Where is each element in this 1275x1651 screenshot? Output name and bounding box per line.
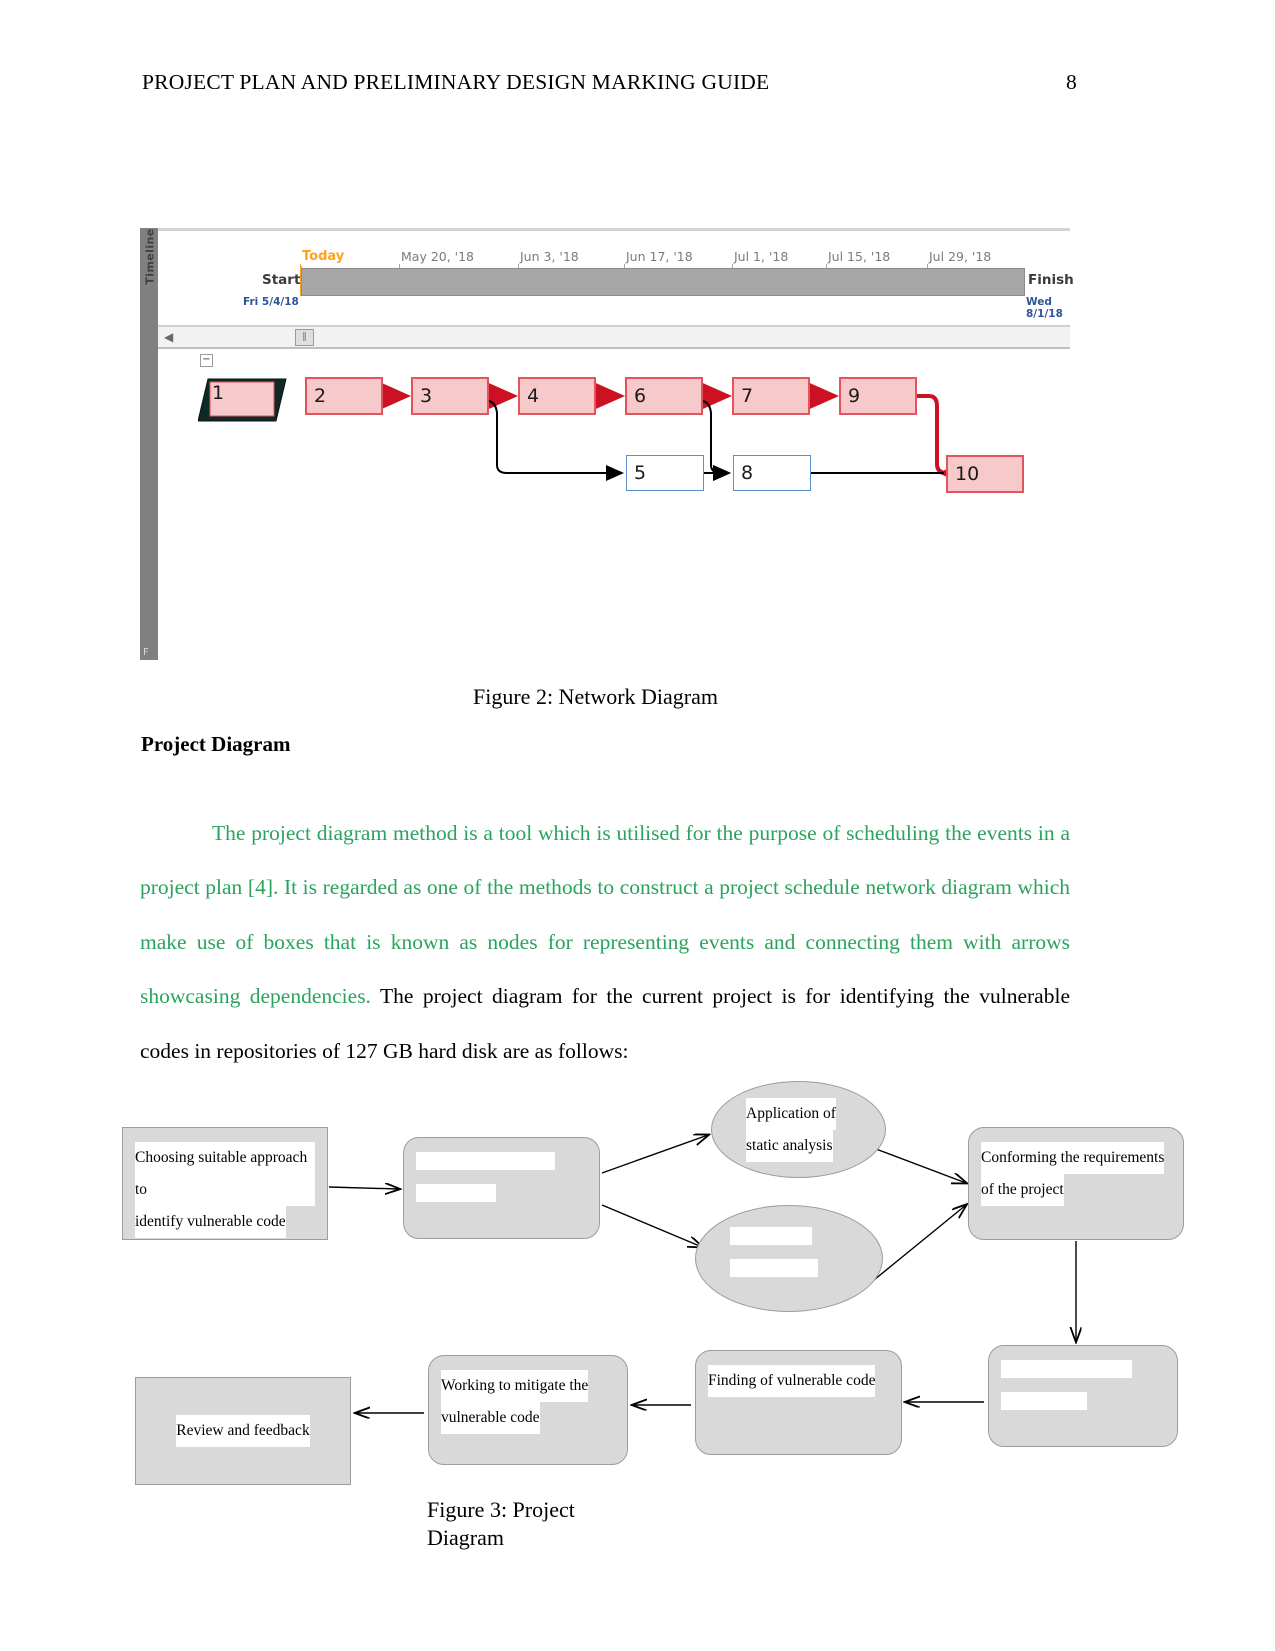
section-heading: Project Diagram <box>141 732 291 756</box>
flowchart-node-finding-vulnerable-code[interactable]: Finding of vulnerable code <box>695 1350 902 1455</box>
network-node-label: 2 <box>314 384 327 407</box>
timeline-pane: Today May 20, '18 Jun 3, '18 Jun 17, '18 Ju… <box>158 228 1074 329</box>
timeline-tick-label: Jul 15, '18 <box>828 249 891 264</box>
network-node-label: 8 <box>741 461 754 484</box>
network-node-4[interactable]: 4 <box>518 377 596 415</box>
flowchart-node-label: Application of <box>746 1097 836 1130</box>
flowchart-node-redacted-process[interactable] <box>403 1137 600 1239</box>
flowchart-node-redacted-output[interactable] <box>988 1345 1178 1447</box>
network-node-2[interactable]: 2 <box>305 377 383 415</box>
page-title: PROJECT PLAN AND PRELIMINARY DESIGN MARK… <box>142 70 770 94</box>
flowchart-node-redacted-line <box>730 1226 812 1245</box>
flowchart-node-label: of the project <box>981 1174 1064 1206</box>
timeline-today-label: Today <box>302 249 345 264</box>
timeline-tick-label: Jul 1, '18 <box>734 249 789 264</box>
network-node-5[interactable]: 5 <box>626 455 704 491</box>
network-diagram-links <box>375 380 974 489</box>
page-number: 8 <box>1066 70 1077 94</box>
timeline-tick-label: Jul 29, '18 <box>929 249 992 264</box>
network-node-label: 7 <box>741 384 754 407</box>
flowchart-node-working-to-mitigate[interactable]: Working to mitigate the vulnerable code <box>428 1355 628 1465</box>
document-page: PROJECT PLAN AND PRELIMINARY DESIGN MARK… <box>0 0 1275 1651</box>
network-node-label: 4 <box>527 384 540 407</box>
network-node-label: 6 <box>634 384 647 407</box>
flowchart-node-redacted-line <box>416 1152 555 1170</box>
timeline-gutter: Timeline F <box>140 228 158 660</box>
scroll-left-arrow-icon[interactable]: ◀ <box>164 330 173 344</box>
figure3-caption: Figure 3: Project Diagram <box>427 1497 575 1551</box>
flowchart-node-label: identify vulnerable code <box>135 1206 286 1238</box>
timeline-finish-label: Finish <box>1028 272 1074 288</box>
figure2-caption: Figure 2: Network Diagram <box>473 684 718 709</box>
figure2-network-diagram-image: Timeline F Today May 20, '18 Jun 3, '18 Ju… <box>140 228 1074 660</box>
body-paragraph: The project diagram method is a tool whi… <box>140 806 1070 1079</box>
paragraph-green-text: The project diagram method is a tool whi… <box>140 820 1070 1009</box>
network-node-label: 9 <box>848 384 861 407</box>
network-node-8[interactable]: 8 <box>733 455 811 491</box>
figure3-project-diagram: Choosing suitable approach to identify vu… <box>110 1065 1200 1505</box>
network-node-label: 10 <box>955 462 980 485</box>
timeline-start-label: Start <box>262 272 301 288</box>
flowchart-node-redacted-line <box>416 1184 496 1202</box>
timeline-finish-date: Wed 8/1/18 <box>1026 296 1063 320</box>
network-node-9[interactable]: 9 <box>839 377 917 415</box>
flowchart-node-label: static analysis <box>746 1129 833 1162</box>
flowchart-node-review-and-feedback[interactable]: Review and feedback <box>135 1377 351 1485</box>
network-node-3[interactable]: 3 <box>411 377 489 415</box>
network-node-1[interactable]: 1 <box>198 377 288 423</box>
timeline-tick-label: Jun 3, '18 <box>520 249 579 264</box>
flowchart-node-redacted-line <box>730 1258 818 1277</box>
timeline-summary-bar <box>301 268 1025 296</box>
flowchart-node-label: Choosing suitable approach to <box>135 1142 315 1206</box>
timeline-gutter-glyph: F <box>143 647 149 658</box>
flowchart-node-label: Working to mitigate the <box>441 1370 589 1402</box>
timeline-start-date: Fri 5/4/18 <box>243 296 299 308</box>
scrollbar-thumb[interactable]: ‖ <box>295 329 314 346</box>
network-diagram-canvas: − 1 2 3 4 5 6 7 8 9 10 <box>158 349 1070 660</box>
flowchart-node-label: Finding of vulnerable code <box>708 1365 876 1397</box>
running-head: PROJECT PLAN AND PRELIMINARY DESIGN MARK… <box>142 70 1077 95</box>
network-node-7[interactable]: 7 <box>732 377 810 415</box>
network-node-10[interactable]: 10 <box>946 455 1024 493</box>
timeline-gutter-label: Timeline <box>143 228 157 285</box>
flowchart-node-redacted-line <box>1001 1392 1087 1410</box>
flowchart-node-label: Conforming the requirements <box>981 1142 1165 1174</box>
network-node-6[interactable]: 6 <box>625 377 703 415</box>
network-node-label: 3 <box>420 384 433 407</box>
flowchart-node-conforming-requirements[interactable]: Conforming the requirements of the projec… <box>968 1127 1184 1240</box>
flowchart-node-label: Review and feedback <box>176 1415 310 1447</box>
flowchart-node-choosing-approach[interactable]: Choosing suitable approach to identify vu… <box>122 1127 328 1240</box>
network-node-label: 1 <box>212 382 225 404</box>
network-node-label: 5 <box>634 461 647 484</box>
timeline-tick-label: Jun 17, '18 <box>626 249 693 264</box>
timeline-horizontal-scrollbar[interactable]: ◀ ‖ <box>158 327 1070 349</box>
flowchart-node-redacted-ellipse[interactable] <box>695 1205 883 1312</box>
timeline-tick-label: May 20, '18 <box>401 249 475 264</box>
flowchart-node-application-static-analysis[interactable]: Application of static analysis <box>711 1081 886 1178</box>
flowchart-node-label: vulnerable code <box>441 1402 540 1434</box>
flowchart-node-redacted-line <box>1001 1360 1132 1378</box>
